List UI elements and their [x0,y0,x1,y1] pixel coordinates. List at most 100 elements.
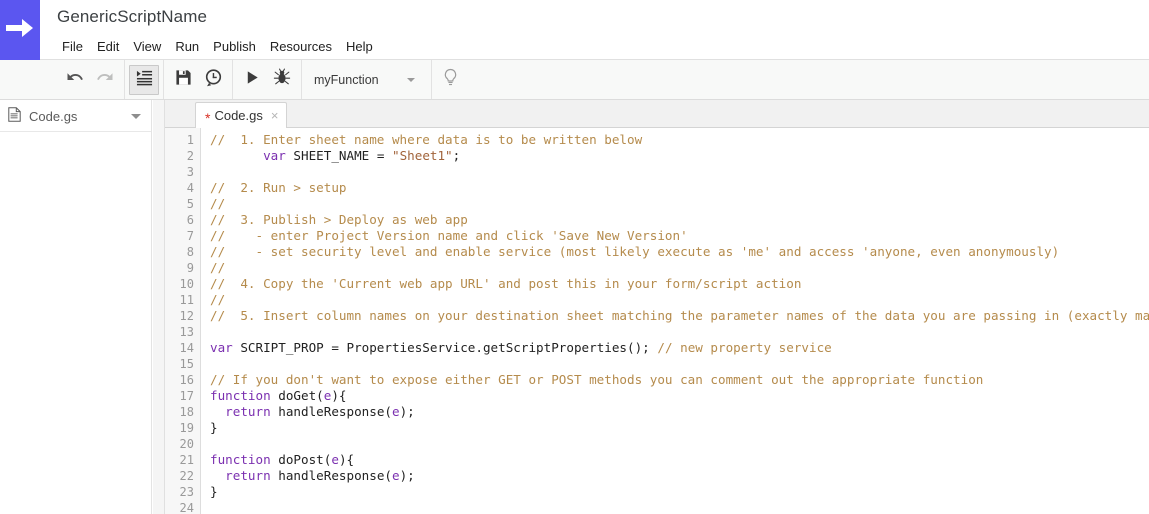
debug-button[interactable] [267,65,297,95]
code-token: var [263,148,286,163]
code-token: // 1. Enter sheet name where data is to … [210,132,643,147]
code-area[interactable]: 1 2 3 4 5 6 7 8 9 10 11 12 13 14 15 16 17 18 19 20 21 22 23 24 … [165,128,1149,514]
line-number: 15 [179,357,194,371]
code-token: // 2. Run > setup [210,180,347,195]
line-number: 6 [186,213,194,227]
code-token: handleResponse( [270,468,392,483]
floppy-disk-icon [175,69,192,91]
bug-icon [273,68,291,91]
line-number: 23 [179,485,194,499]
menu-item-file[interactable]: File [57,36,92,57]
line-number: 2 [186,149,194,163]
run-button[interactable] [237,65,267,95]
code-token: SCRIPT_PROP = PropertiesService.getScrip… [232,340,658,355]
line-number: 1 [186,133,194,147]
line-number: 24 [179,501,194,514]
code-token: // new property service [657,340,832,355]
code-token: var [210,340,233,355]
function-select-value: myFunction [314,72,379,87]
code-line: // 5. Insert column names on your destin… [210,308,1149,324]
play-icon [244,69,261,91]
line-number-gutter: 1 2 3 4 5 6 7 8 9 10 11 12 13 14 15 16 17 18 19 20 21 22 23 24 [165,128,201,514]
code-line: var SHEET_NAME = "Sheet1"; [210,148,1149,164]
code-token: e [392,468,400,483]
code-token: // - set security level and enable servi… [210,244,1060,259]
sidebar-item-code-gs[interactable]: Code.gs [0,102,151,132]
code-line: // [210,196,1149,212]
line-number: 21 [179,453,194,467]
code-token: // 3. Publish > Deploy as web app [210,212,468,227]
code-token: function [210,452,271,467]
code-token: return [225,404,271,419]
unsaved-marker: * [205,109,211,126]
menu-item-view[interactable]: View [128,36,170,57]
code-line: function doPost(e){ [210,452,1149,468]
code-token: // [210,260,226,275]
app-header: GenericScriptName File Edit View Run Pub… [0,0,1149,60]
redo-button[interactable] [90,65,120,95]
hint-button[interactable] [436,65,466,95]
toolbar: myFunction [0,60,1149,100]
menu-item-publish[interactable]: Publish [208,36,265,57]
code-line: var SCRIPT_PROP = PropertiesService.getS… [210,340,1149,356]
function-select[interactable]: myFunction [302,60,432,99]
save-button[interactable] [168,65,198,95]
code-token: e [392,404,400,419]
undo-button[interactable] [60,65,90,95]
code-line: } [210,420,1149,436]
menu-item-help[interactable]: Help [341,36,382,57]
line-number: 7 [186,229,194,243]
menu-item-run[interactable]: Run [170,36,208,57]
line-number: 17 [179,389,194,403]
panel-divider [153,100,165,514]
version-history-button[interactable] [198,65,228,95]
close-icon[interactable]: × [271,109,279,122]
code-line: // - enter Project Version name and clic… [210,228,1149,244]
line-number: 16 [179,373,194,387]
code-token: // [210,196,226,211]
line-number: 12 [179,309,194,323]
body-area: Code.gs * Code.gs × 1 2 3 4 5 6 7 8 9 10 11 12 13 14 1… [0,100,1149,514]
code-token: ){ [331,388,347,403]
menu-item-edit[interactable]: Edit [92,36,128,57]
tab-code-gs[interactable]: * Code.gs × [195,102,288,128]
page-title[interactable]: GenericScriptName [57,5,207,29]
menu-bar: File Edit View Run Publish Resources Hel… [57,36,382,57]
lightbulb-icon [441,68,460,92]
code-line: // 4. Copy the 'Current web app URL' and… [210,276,1149,292]
code-line: // 1. Enter sheet name where data is to … [210,132,1149,148]
code-content[interactable]: // 1. Enter sheet name where data is to … [202,128,1149,514]
indent-icon [136,69,153,91]
code-token: // 4. Copy the 'Current web app URL' and… [210,276,802,291]
code-token: "Sheet1" [391,148,453,163]
apps-script-logo [0,0,40,60]
code-token: ){ [338,452,355,467]
menu-item-resources[interactable]: Resources [265,36,341,57]
line-number: 18 [179,405,194,419]
code-line: return handleResponse(e); [210,468,1149,484]
code-line: // If you don't want to expose either GE… [210,372,1149,388]
code-editor: * Code.gs × 1 2 3 4 5 6 7 8 9 10 11 12 13 14 15 16 17 18 1… [165,100,1149,514]
code-token: // 5. Insert column names on your destin… [210,308,1149,323]
undo-icon [66,68,84,91]
code-token: } [210,484,218,499]
redo-icon [96,68,114,91]
code-token: // If you don't want to expose either GE… [210,372,984,387]
chevron-down-icon[interactable] [131,114,141,119]
chevron-down-icon [406,77,415,82]
line-number: 10 [179,277,194,291]
indent-button[interactable] [129,64,159,95]
code-token: doGet( [270,388,324,403]
file-sidebar: Code.gs [0,100,152,514]
code-token: ; [452,148,461,163]
code-line: // 2. Run > setup [210,180,1149,196]
code-token: // - enter Project Version name and clic… [210,228,688,243]
code-token: return [225,468,271,483]
code-line: return handleResponse(e); [210,404,1149,420]
